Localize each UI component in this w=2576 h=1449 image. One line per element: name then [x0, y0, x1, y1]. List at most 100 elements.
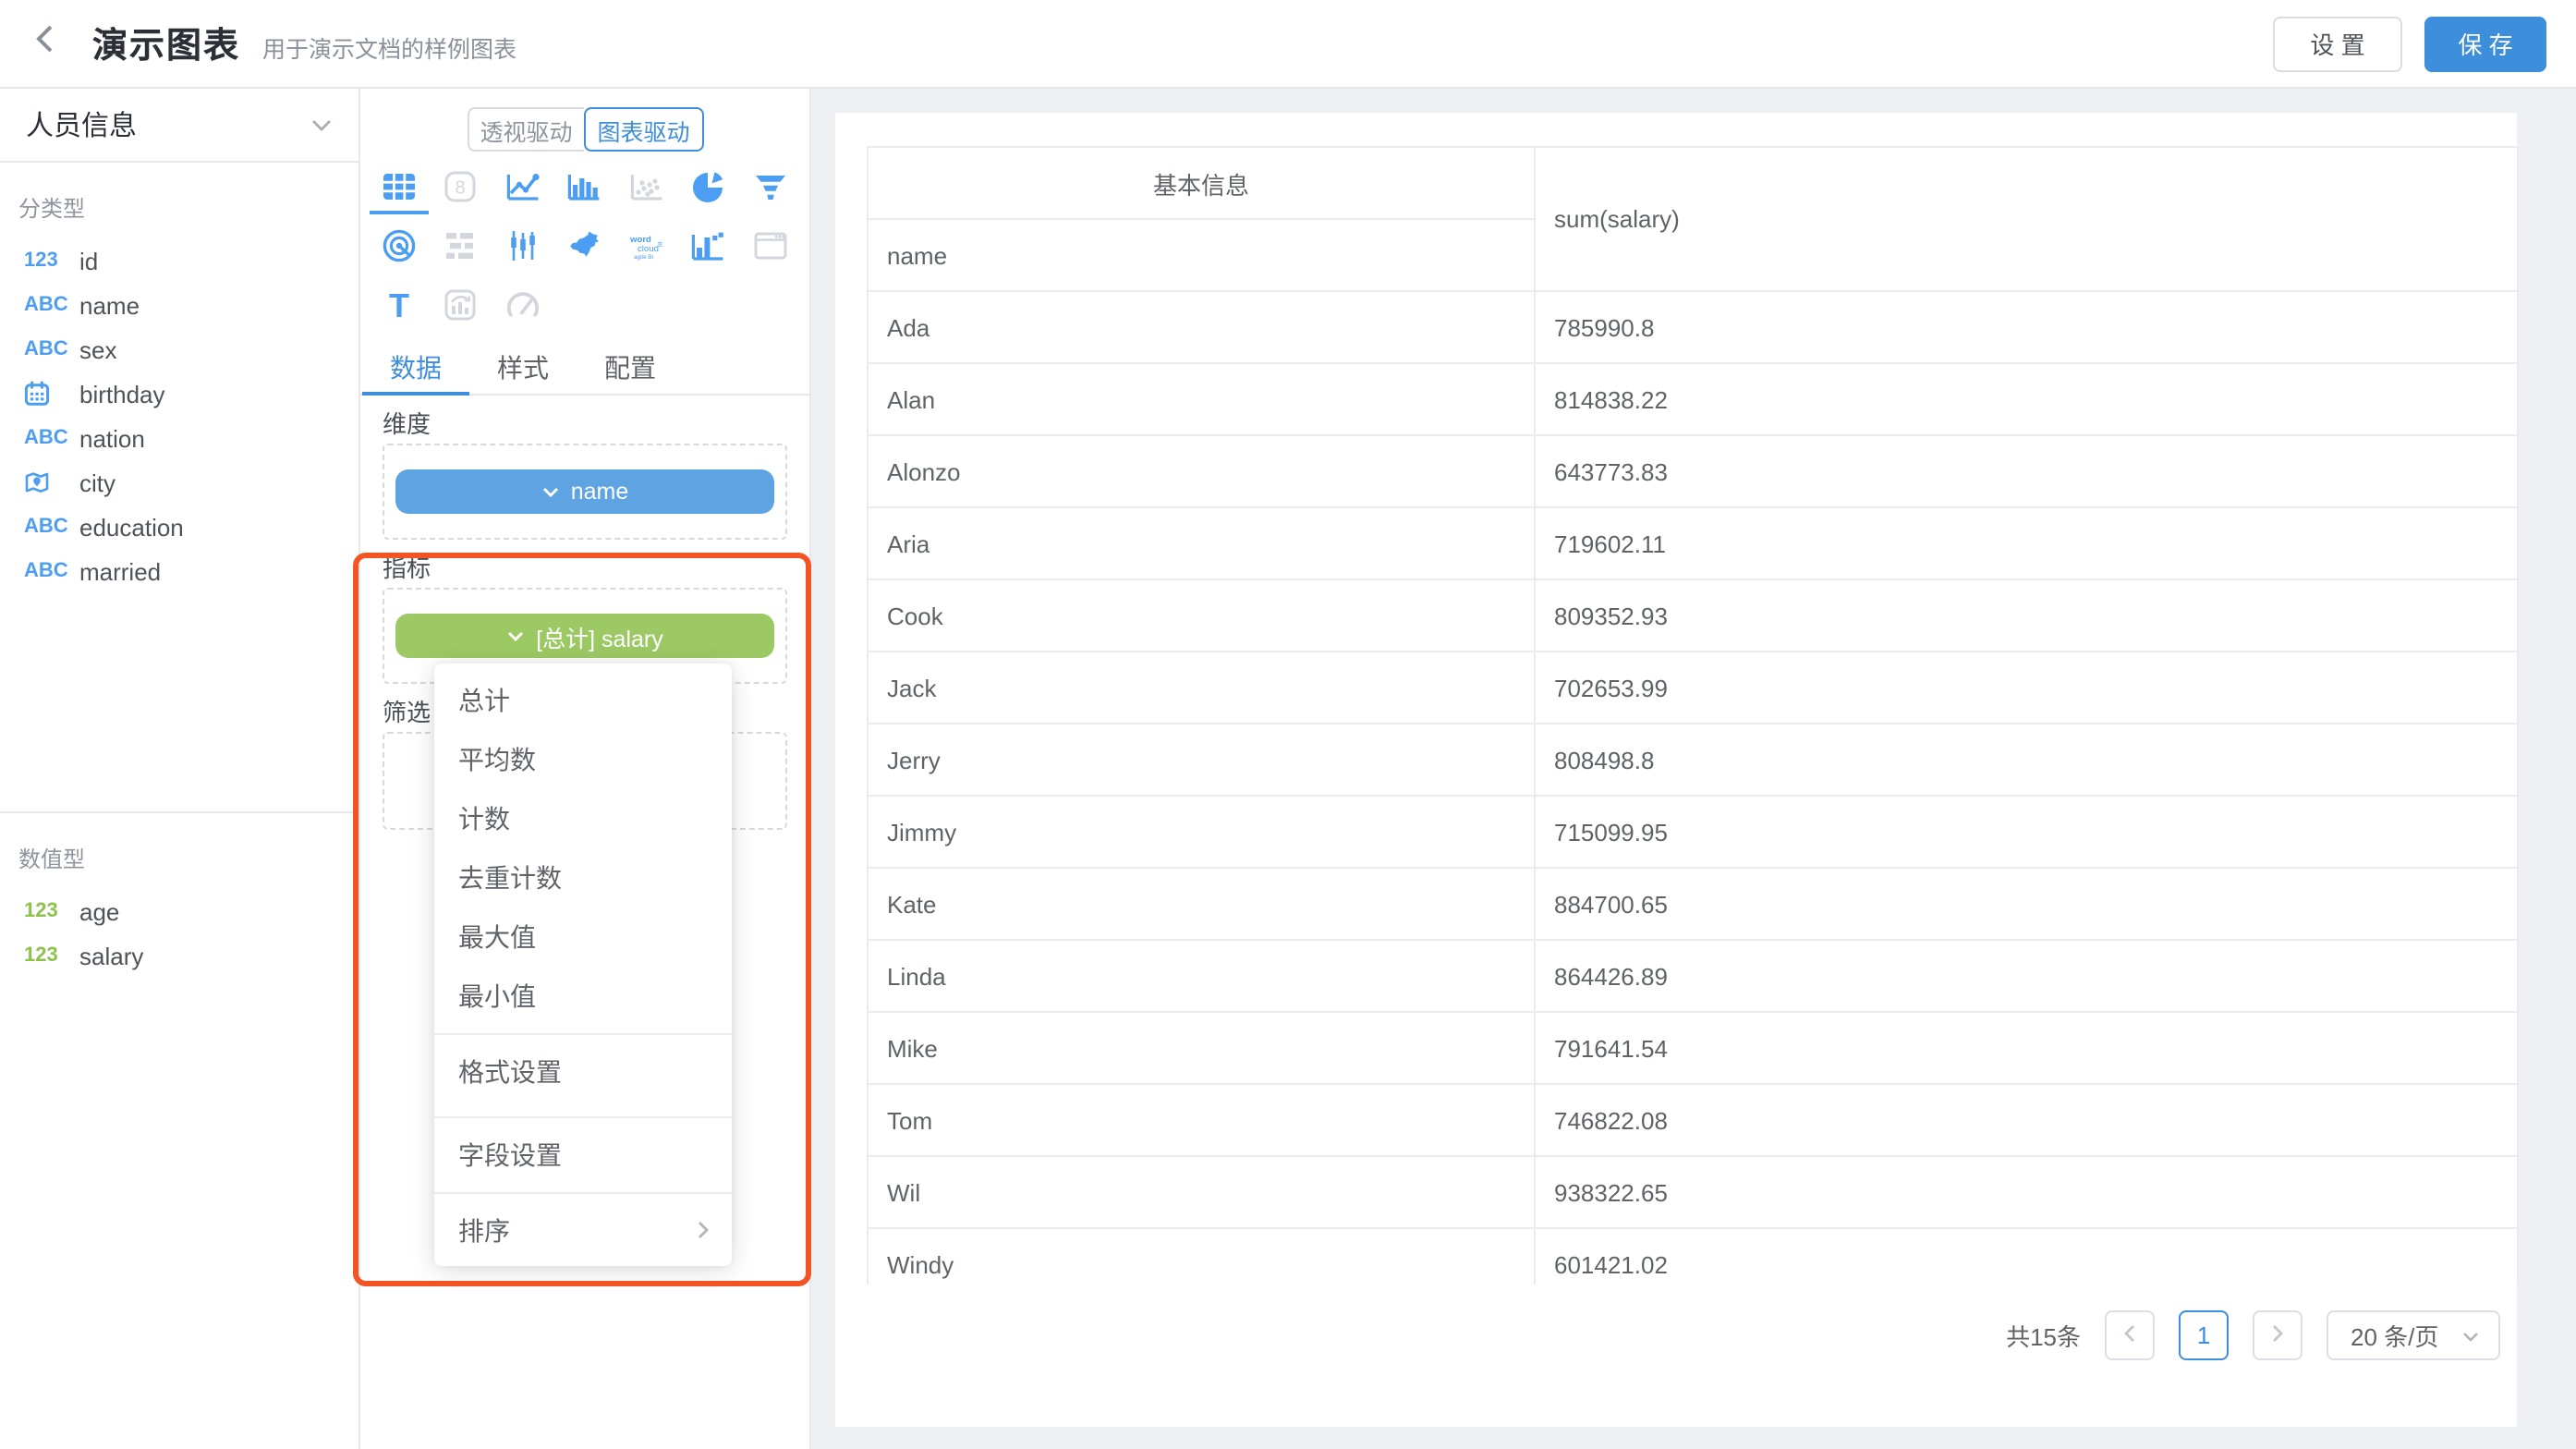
table-info-chart-icon[interactable] [441, 225, 481, 266]
counter-chart-icon[interactable]: 8 [441, 166, 481, 207]
chevron-right-icon [697, 1215, 710, 1245]
abc-icon: ABC [24, 516, 68, 538]
page-number-button[interactable]: 1 [2179, 1310, 2229, 1360]
tab-data[interactable]: 数据 [362, 342, 469, 394]
field-item[interactable]: ABC name [0, 283, 358, 327]
table-row: Linda 864426.89 [868, 940, 2518, 1012]
field-item[interactable]: ABC married [0, 549, 358, 593]
numeric-fields-section: 数值型 123 age 123 salary [0, 811, 358, 1449]
page-subtitle: 用于演示文档的样例图表 [262, 30, 516, 65]
table-dim-header: name [868, 219, 1535, 291]
table-row: Alan 814838.22 [868, 363, 2518, 435]
dimension-section: 维度 name [383, 410, 787, 540]
back-button[interactable] [30, 21, 74, 66]
table-group-header: 基本信息 [868, 147, 1535, 219]
radar-chart-icon[interactable] [379, 225, 419, 266]
pie-chart-icon[interactable] [688, 166, 729, 207]
chevron-left-icon [2123, 1319, 2136, 1352]
field-item[interactable]: 123 salary [0, 933, 358, 978]
bar-chart-icon[interactable] [565, 166, 605, 207]
svg-text:8: 8 [456, 178, 466, 199]
abc-icon: ABC [24, 560, 68, 582]
candlestick-chart-icon[interactable] [503, 225, 543, 266]
field-item[interactable]: ABC sex [0, 327, 358, 371]
num-icon: 123 [24, 944, 68, 967]
main-area: 人员信息 分类型 123 id ABC name ABC sex [0, 89, 2576, 1449]
field-item[interactable]: 123 id [0, 238, 358, 283]
result-table: 基本信息 sum(salary) name Ada 785990.8 Al [867, 146, 2519, 1285]
field-item[interactable]: ABC nation [0, 416, 358, 460]
menu-item[interactable]: 最小值 [434, 967, 732, 1026]
menu-item[interactable]: 计数 [434, 789, 732, 848]
calendar-icon [24, 381, 68, 407]
table-row: Jerry 808498.8 [868, 724, 2518, 796]
line-chart-icon[interactable] [503, 166, 543, 207]
table-row: Cook 809352.93 [868, 579, 2518, 651]
dimension-dropzone[interactable]: name [383, 444, 787, 540]
waterfall-chart-icon[interactable] [688, 225, 729, 266]
iframe-chart-icon[interactable] [750, 225, 791, 266]
table-chart-icon[interactable] [379, 166, 419, 207]
value-cell: 715099.95 [1535, 796, 2518, 868]
dimension-pill[interactable]: name [395, 469, 774, 514]
value-cell: 938322.65 [1535, 1156, 2518, 1228]
rich-text-chart-icon[interactable]: T [379, 285, 419, 325]
tab-style[interactable]: 样式 [469, 342, 577, 394]
settings-button[interactable]: 设 置 [2273, 16, 2402, 71]
chart-canvas: 基本信息 sum(salary) name Ada 785990.8 Al [811, 89, 2576, 1449]
menu-item[interactable]: 平均数 [434, 730, 732, 789]
measure-pill[interactable]: [总计] salary [395, 614, 774, 658]
chevron-down-icon [506, 623, 525, 649]
menu-item-sort[interactable]: 排序 [434, 1192, 732, 1266]
scatter-chart-icon[interactable] [626, 166, 667, 207]
page-size-select[interactable]: 20 条/页 [2327, 1310, 2500, 1360]
table-row: Kate 884700.65 [868, 868, 2518, 940]
pagination-total: 共15条 [2006, 1318, 2081, 1353]
app: 演示图表 用于演示文档的样例图表 设 置 保 存 人员信息 分类型 123 id… [0, 0, 2576, 1449]
word-cloud-chart-icon[interactable]: wordcloudagile BiBI [626, 225, 667, 266]
china-map-chart-icon[interactable] [565, 225, 605, 266]
svg-text:BI: BI [656, 241, 662, 248]
field-item[interactable]: ABC education [0, 505, 358, 549]
dataset-selector[interactable]: 人员信息 [0, 89, 358, 163]
abc-icon: ABC [24, 294, 68, 316]
save-button[interactable]: 保 存 [2424, 16, 2546, 71]
field-item[interactable]: city [0, 460, 358, 505]
chart-type-grid: 8 [368, 157, 802, 335]
menu-item-format[interactable]: 格式设置 [434, 1033, 732, 1109]
value-cell: 601421.02 [1535, 1228, 2518, 1285]
table-row: Mike 791641.54 [868, 1012, 2518, 1084]
tab-pivot-drive[interactable]: 透视驱动 [467, 107, 584, 152]
svg-text:cloud: cloud [638, 244, 659, 254]
value-cell: 809352.93 [1535, 579, 2518, 651]
dataset-name: 人员信息 [26, 105, 137, 144]
config-panel: 透视驱动 图表驱动 8 [360, 89, 811, 1449]
name-cell: Cook [868, 579, 1535, 651]
table-row: Jack 702653.99 [868, 651, 2518, 724]
chevron-left-icon [30, 22, 63, 65]
svg-text:agile Bi: agile Bi [634, 254, 653, 261]
name-cell: Jimmy [868, 796, 1535, 868]
menu-item-field[interactable]: 字段设置 [434, 1116, 732, 1192]
value-cell: 719602.11 [1535, 507, 2518, 579]
prev-page-button[interactable] [2105, 1310, 2155, 1360]
tab-chart-drive[interactable]: 图表驱动 [584, 107, 703, 152]
funnel-chart-icon[interactable] [750, 166, 791, 207]
next-page-button[interactable] [2253, 1310, 2303, 1360]
num-icon: 123 [24, 250, 68, 272]
field-item[interactable]: 123 age [0, 889, 358, 933]
name-cell: Alonzo [868, 435, 1535, 507]
mix-chart-icon[interactable] [441, 285, 481, 325]
table-row: Jimmy 715099.95 [868, 796, 2518, 868]
table-row: Aria 719602.11 [868, 507, 2518, 579]
menu-item[interactable]: 去重计数 [434, 848, 732, 907]
value-cell: 808498.8 [1535, 724, 2518, 796]
category-fields-section: 分类型 123 id ABC name ABC sex birthday A [0, 163, 358, 811]
value-cell: 814838.22 [1535, 363, 2518, 435]
gauge-chart-icon[interactable] [503, 285, 543, 325]
menu-item[interactable]: 总计 [434, 671, 732, 730]
field-item[interactable]: birthday [0, 371, 358, 416]
name-cell: Kate [868, 868, 1535, 940]
menu-item[interactable]: 最大值 [434, 907, 732, 967]
tab-config[interactable]: 配置 [577, 342, 684, 394]
